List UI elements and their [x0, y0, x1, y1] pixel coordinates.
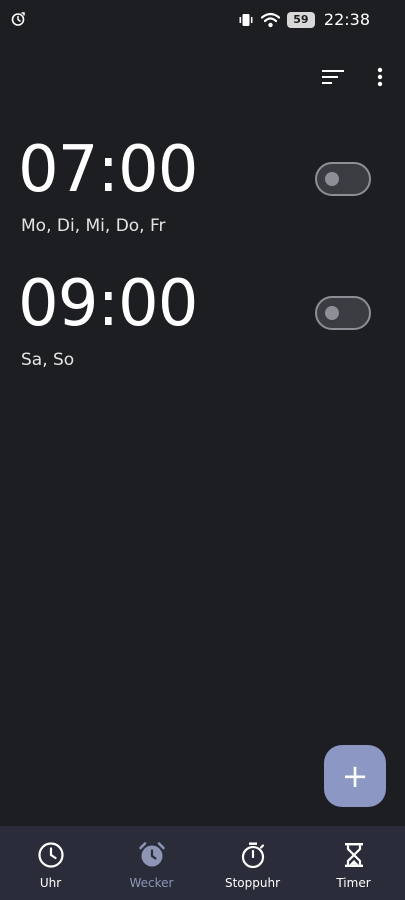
vibrate-icon [239, 13, 253, 26]
alarm-days: Mo, Di, Mi, Do, Fr [21, 216, 166, 236]
battery-icon: 59 [286, 11, 315, 28]
nav-label: Timer [336, 876, 371, 890]
toggle-knob [325, 172, 339, 186]
status-bar: 59 22:38 [0, 0, 405, 40]
nav-item-uhr[interactable]: Uhr [0, 826, 101, 900]
alarm-sync-icon [11, 12, 25, 26]
status-icons: 59 22:38 [238, 10, 370, 29]
nav-item-stoppuhr[interactable]: Stoppuhr [202, 826, 303, 900]
alarm-toggle[interactable] [315, 296, 371, 330]
alarm-icon [138, 842, 165, 867]
add-icon: + [341, 757, 369, 795]
more-vert-icon[interactable] [370, 66, 390, 88]
battery-level: 59 [293, 13, 309, 26]
clock-icon [37, 842, 64, 868]
nav-item-wecker[interactable]: Wecker [101, 826, 202, 900]
add-alarm-button[interactable]: + [324, 745, 386, 807]
nav-label: Wecker [129, 876, 174, 890]
status-time: 22:38 [323, 10, 370, 29]
stopwatch-icon [241, 842, 264, 869]
toggle-knob [325, 306, 339, 320]
alarm-time[interactable]: 07:00 [18, 138, 198, 202]
alarm-days: Sa, So [21, 350, 75, 370]
bottom-nav: Uhr Wecker Stoppuhr Timer [0, 826, 405, 900]
hourglass-icon [344, 843, 363, 867]
alarm-toggle[interactable] [315, 162, 371, 196]
nav-item-timer[interactable]: Timer [303, 826, 404, 900]
wifi-icon [260, 12, 280, 27]
sort-icon[interactable] [321, 67, 345, 87]
nav-label: Stoppuhr [224, 876, 281, 890]
alarm-time[interactable]: 09:00 [18, 272, 198, 336]
nav-label: Uhr [39, 876, 62, 890]
